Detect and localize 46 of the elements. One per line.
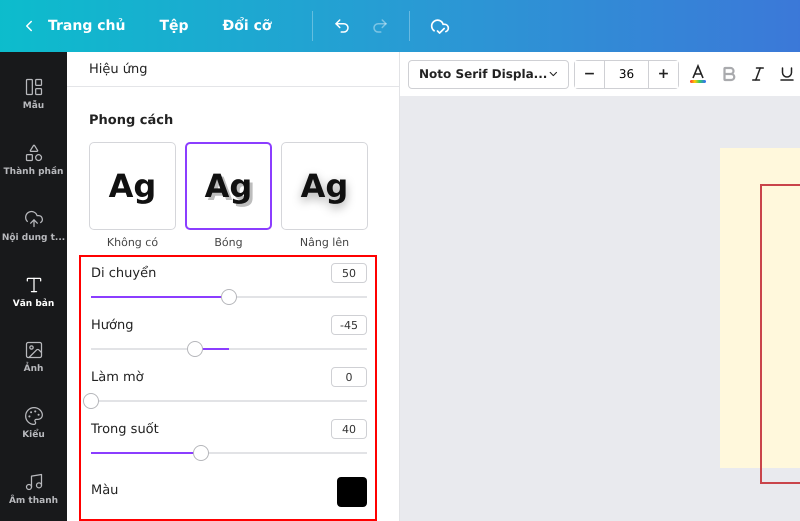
style-option[interactable]: Ag Bóng	[185, 142, 272, 249]
slider-thumb[interactable]	[186, 341, 202, 357]
control-label: Màu	[91, 482, 118, 498]
sidebar-item[interactable]: Ảnh	[0, 325, 67, 390]
control-label: Hướng	[91, 318, 134, 332]
font-size-field[interactable]: 36	[604, 60, 649, 88]
slider-thumb[interactable]	[221, 289, 237, 305]
font-dropdown[interactable]: Noto Serif Displa...	[408, 60, 569, 88]
style-label: Nâng lên	[300, 236, 350, 249]
sidebar-item[interactable]: Nội dung t...	[0, 194, 67, 258]
cloud-upload-icon	[24, 208, 44, 229]
style-label: Bóng	[214, 236, 243, 249]
value-field[interactable]: 50	[331, 263, 367, 283]
value-field[interactable]: 40	[331, 419, 367, 439]
control-label: Làm mờ	[91, 370, 144, 384]
layout-icon	[24, 76, 44, 97]
underline-icon	[778, 65, 796, 83]
redo-icon	[370, 17, 388, 35]
sidebar-item[interactable]: Mẫu	[0, 62, 67, 126]
panel-title: Hiệu ứng	[89, 62, 148, 76]
style-option[interactable]: Ag Nâng lên	[281, 142, 368, 249]
sidebar-item[interactable]: Âm thanh	[0, 457, 67, 521]
undo-icon	[332, 17, 350, 35]
value-field[interactable]: 0	[331, 367, 367, 387]
slider-thumb[interactable]	[193, 445, 210, 461]
shapes-icon	[24, 142, 44, 163]
style-option[interactable]: Ag Không có	[89, 142, 176, 249]
text-icon	[24, 274, 44, 294]
sidebar-item[interactable]: Kiểu	[0, 391, 67, 456]
color-swatch[interactable]	[337, 477, 367, 507]
italic-icon	[749, 65, 767, 83]
style-sample: Ag	[108, 167, 156, 205]
section-title: Phong cách	[89, 113, 174, 128]
control-label: Di chuyển	[91, 266, 156, 280]
value-field[interactable]: -45	[331, 315, 367, 335]
style-sample: Ag	[204, 167, 252, 205]
sidebar-item[interactable]: Thành phần	[0, 128, 67, 192]
font-size-stepper[interactable]: − 36 +	[574, 60, 679, 88]
style-label: Không có	[106, 236, 158, 249]
control-label: Trong suốt	[91, 422, 159, 436]
image-icon	[24, 340, 44, 360]
style-sample: Ag	[300, 167, 348, 205]
palette-icon	[24, 406, 44, 426]
music-note-icon	[24, 472, 44, 492]
slider-thumb[interactable]	[83, 393, 99, 409]
sidebar-item[interactable]: Văn bản	[0, 260, 67, 324]
